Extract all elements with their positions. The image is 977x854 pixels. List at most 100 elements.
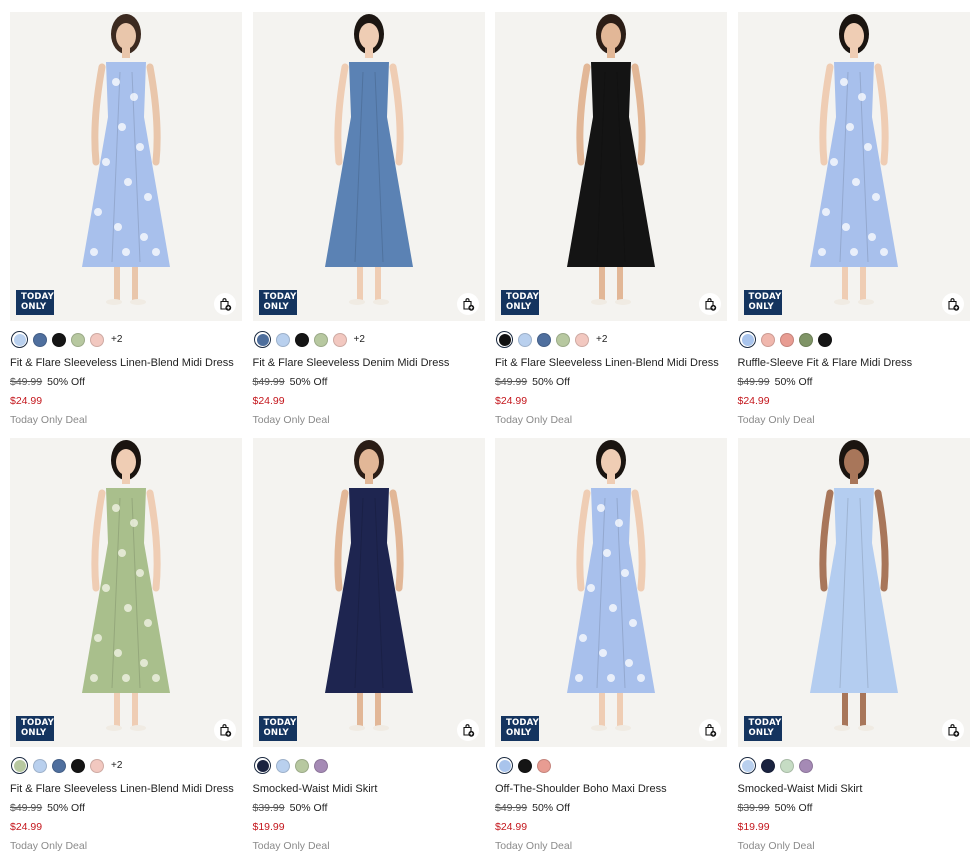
badge-line-2: ONLY <box>506 727 532 738</box>
add-to-bag-button[interactable] <box>699 719 721 741</box>
price-line: $49.99 50% Off <box>10 802 242 815</box>
model-figure <box>737 12 970 321</box>
color-swatch[interactable] <box>556 332 570 347</box>
deal-label: Today Only Deal <box>495 414 573 426</box>
color-swatch[interactable] <box>575 332 589 347</box>
discount-label: 50% Off <box>289 376 328 388</box>
add-to-bag-button[interactable] <box>214 293 236 315</box>
color-swatch[interactable] <box>518 758 532 773</box>
product-name[interactable]: Fit & Flare Sleeveless Denim Midi Dress <box>253 357 485 371</box>
product-image[interactable]: TODAY ONLY <box>737 438 970 747</box>
discount-label: 50% Off <box>532 376 570 388</box>
color-swatch[interactable] <box>537 332 551 347</box>
model-figure <box>737 438 970 747</box>
badge-line-2: ONLY <box>748 727 774 738</box>
deal-label: Today Only Deal <box>495 840 573 852</box>
product-name[interactable]: Smocked-Waist Midi Skirt <box>738 783 970 797</box>
product-image[interactable]: TODAY ONLY <box>495 12 727 321</box>
add-to-bag-button[interactable] <box>941 719 964 741</box>
color-swatch[interactable] <box>33 332 47 347</box>
color-swatches <box>738 330 970 349</box>
product-card[interactable]: TODAY ONLY Smocked-Waist Midi Skirt $39.… <box>252 438 485 854</box>
add-to-bag-button[interactable] <box>941 293 964 315</box>
color-swatch[interactable] <box>798 332 813 347</box>
color-swatch[interactable] <box>779 332 794 347</box>
product-card[interactable]: TODAY ONLY +2 Fit & Flare Sleeveless Lin… <box>10 438 242 854</box>
product-card[interactable]: TODAY ONLY +2 Fit & Flare Sleeveless Lin… <box>495 12 727 428</box>
product-image[interactable]: TODAY ONLY <box>495 438 727 747</box>
product-image[interactable]: TODAY ONLY <box>252 438 485 747</box>
color-swatch[interactable] <box>760 332 775 347</box>
original-price: $39.99 <box>252 802 285 814</box>
color-swatch[interactable] <box>90 758 104 773</box>
product-name[interactable]: Fit & Flare Sleeveless Linen-Blend Midi … <box>495 357 727 371</box>
sale-price: $24.99 <box>10 821 43 833</box>
color-swatch[interactable] <box>537 758 551 773</box>
product-image[interactable]: TODAY ONLY <box>252 12 485 321</box>
product-card[interactable]: TODAY ONLY +2 Fit & Flare Sleeveless Lin… <box>10 12 242 428</box>
price-line: $39.99 50% Off <box>738 802 970 815</box>
color-swatch[interactable] <box>760 758 775 773</box>
product-image[interactable]: TODAY ONLY <box>10 12 242 321</box>
color-swatch[interactable] <box>275 758 290 773</box>
color-swatch[interactable] <box>253 331 271 348</box>
color-swatch[interactable] <box>275 332 290 347</box>
add-to-bag-button[interactable] <box>699 293 721 315</box>
add-to-bag-button[interactable] <box>456 293 479 315</box>
color-swatch[interactable] <box>779 758 794 773</box>
color-swatch[interactable] <box>518 332 532 347</box>
product-card[interactable]: TODAY ONLY Smocked-Waist Midi Skirt $39.… <box>737 438 970 854</box>
color-swatch[interactable] <box>738 757 756 774</box>
today-only-badge: TODAY ONLY <box>743 716 782 741</box>
sale-price: $24.99 <box>10 395 43 407</box>
discount-label: 50% Off <box>289 802 328 814</box>
shopping-bag-add-icon <box>220 298 232 311</box>
original-price: $49.99 <box>495 802 528 814</box>
color-swatch[interactable] <box>817 332 832 347</box>
more-colors-link[interactable]: +2 <box>596 334 607 345</box>
color-swatch[interactable] <box>294 758 309 773</box>
color-swatch[interactable] <box>52 332 66 347</box>
sale-price: $19.99 <box>252 821 285 833</box>
more-colors-link[interactable]: +2 <box>111 334 122 345</box>
original-price: $49.99 <box>252 376 285 388</box>
color-swatch[interactable] <box>496 331 513 348</box>
color-swatch[interactable] <box>294 332 309 347</box>
color-swatch[interactable] <box>313 332 328 347</box>
color-swatch[interactable] <box>313 758 328 773</box>
product-card[interactable]: TODAY ONLY Ruffle-Sleeve Fit & Flare Mid… <box>737 12 970 428</box>
color-swatches <box>738 756 970 775</box>
color-swatch[interactable] <box>798 758 813 773</box>
color-swatch[interactable] <box>33 758 47 773</box>
today-only-badge: TODAY ONLY <box>258 290 297 315</box>
original-price: $49.99 <box>737 376 770 388</box>
color-swatch[interactable] <box>52 758 66 773</box>
more-colors-link[interactable]: +2 <box>111 760 122 771</box>
product-name[interactable]: Ruffle-Sleeve Fit & Flare Midi Dress <box>738 357 970 371</box>
color-swatch[interactable] <box>71 758 85 773</box>
discount-label: 50% Off <box>774 802 813 814</box>
product-image[interactable]: TODAY ONLY <box>737 12 970 321</box>
color-swatch[interactable] <box>253 757 271 774</box>
product-name[interactable]: Fit & Flare Sleeveless Linen-Blend Midi … <box>10 783 242 797</box>
color-swatch[interactable] <box>90 332 104 347</box>
product-image[interactable]: TODAY ONLY <box>10 438 242 747</box>
color-swatch[interactable] <box>11 331 28 348</box>
price-line: $39.99 50% Off <box>253 802 485 815</box>
add-to-bag-button[interactable] <box>214 719 236 741</box>
product-card[interactable]: TODAY ONLY Off-The-Shoulder Boho Maxi Dr… <box>495 438 727 854</box>
add-to-bag-button[interactable] <box>456 719 479 741</box>
color-swatch[interactable] <box>332 332 347 347</box>
color-swatch[interactable] <box>738 331 756 348</box>
color-swatches: +2 <box>10 330 242 349</box>
shopping-bag-add-icon <box>947 724 959 737</box>
product-card[interactable]: TODAY ONLY +2 Fit & Flare Sleeveless Den… <box>252 12 485 428</box>
product-name[interactable]: Off-The-Shoulder Boho Maxi Dress <box>495 783 727 797</box>
product-name[interactable]: Smocked-Waist Midi Skirt <box>253 783 485 797</box>
more-colors-link[interactable]: +2 <box>354 334 365 345</box>
color-swatch[interactable] <box>11 757 28 774</box>
product-name[interactable]: Fit & Flare Sleeveless Linen-Blend Midi … <box>10 357 242 371</box>
color-swatch[interactable] <box>496 757 513 774</box>
today-only-badge: TODAY ONLY <box>16 716 54 741</box>
color-swatch[interactable] <box>71 332 85 347</box>
